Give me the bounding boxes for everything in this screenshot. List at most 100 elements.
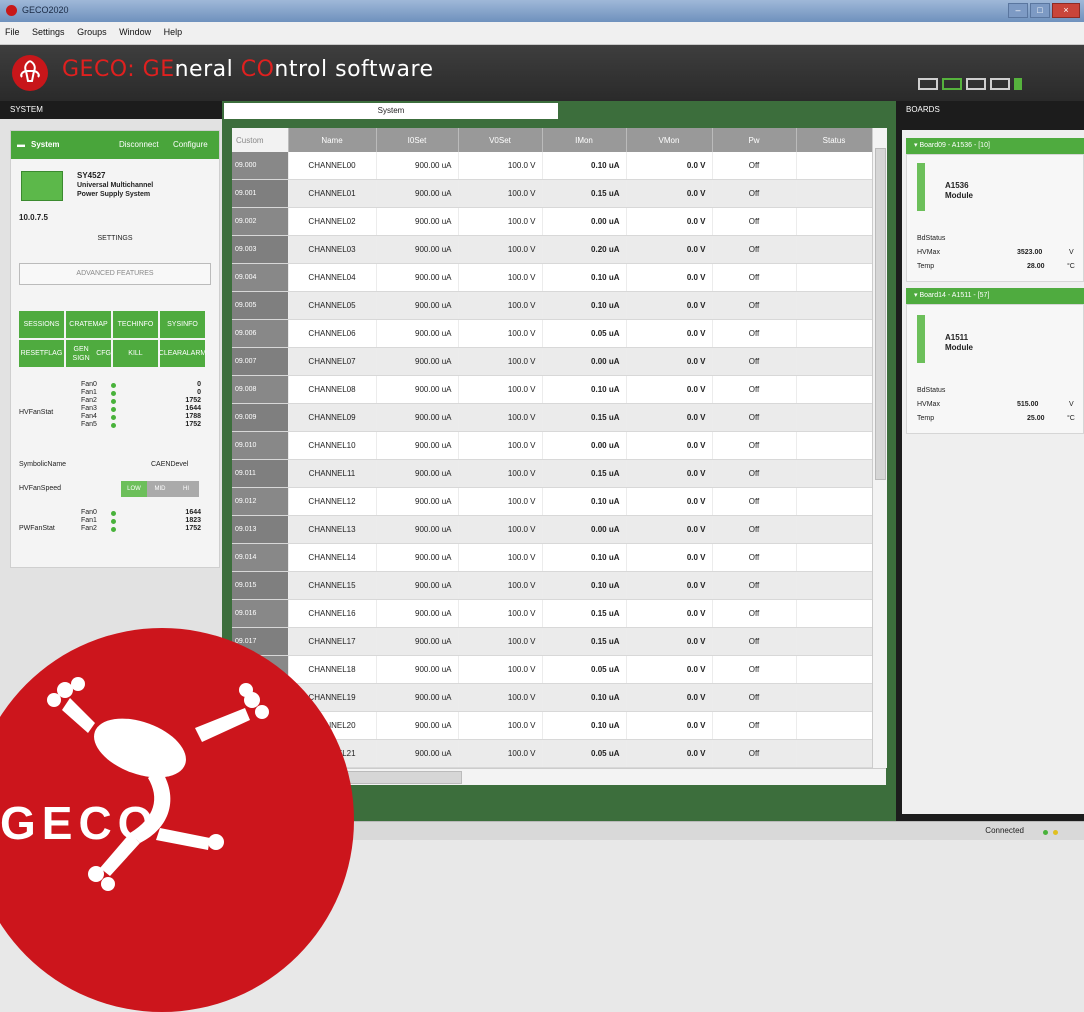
table-row[interactable]: 09.018CHANNEL18900.00 uA100.0 V0.05 uA0.… xyxy=(232,655,872,684)
column-header-pw[interactable]: Pw xyxy=(712,128,797,152)
table-row[interactable]: 09.002 CHANNEL02 900.00 uA 100.0 V 0.00 uA 0.… xyxy=(232,207,872,236)
speed-mid-button[interactable]: MID xyxy=(147,481,173,497)
cell-name: CHANNEL18 xyxy=(288,655,377,684)
table-row[interactable]: 09.004 CHANNEL04 900.00 uA 100.0 V 0.10 uA 0.… xyxy=(232,263,872,292)
tab-system[interactable]: System xyxy=(224,103,558,119)
cell-v0set: 100.0 V xyxy=(458,291,543,320)
cell-vmon: 0.0 V xyxy=(626,319,713,348)
disconnect-link[interactable]: Disconnect xyxy=(119,140,159,149)
table-row[interactable]: 09.008 CHANNEL08 900.00 uA 100.0 V 0.10 uA 0.… xyxy=(232,375,872,404)
table-row[interactable]: 09.014 CHANNEL14 900.00 uA 100.0 V 0.10 uA 0.… xyxy=(232,543,872,572)
fan-status-icon xyxy=(111,407,116,414)
fan-status-icon xyxy=(111,423,116,430)
layout-indicator-icon[interactable] xyxy=(1014,78,1022,90)
layout-single-icon[interactable] xyxy=(918,78,938,90)
cell-imon: 0.05 uA xyxy=(542,319,627,348)
fan-status-icon xyxy=(111,527,116,534)
cell-name: CHANNEL04 xyxy=(288,263,377,292)
cell-custom: 09.010 xyxy=(232,431,289,460)
column-header-custom[interactable]: Custom xyxy=(232,128,289,152)
close-icon[interactable]: × xyxy=(1052,3,1080,18)
crate-desc-1: Universal Multichannel xyxy=(77,182,154,189)
cell-custom: 09.016 xyxy=(232,599,289,628)
cell-v0set: 100.0 V xyxy=(458,599,543,628)
cell-pw: Off xyxy=(712,431,797,460)
cell-custom: 09.009 xyxy=(232,403,289,432)
table-row[interactable]: 09.011 CHANNEL11 900.00 uA 100.0 V 0.15 uA 0.… xyxy=(232,459,872,488)
action-button-kill[interactable]: KILL xyxy=(113,340,158,367)
cell-custom: 09.012 xyxy=(232,487,289,516)
action-button-tech-info[interactable]: TECH INFO xyxy=(113,311,158,338)
advanced-features-button[interactable]: ADVANCED FEATURES xyxy=(19,263,211,285)
action-button-sys-info[interactable]: SYS INFO xyxy=(160,311,205,338)
fan-value: 0 xyxy=(197,381,201,388)
collapse-icon[interactable]: ▬ xyxy=(17,140,25,149)
table-row[interactable]: 09.012 CHANNEL12 900.00 uA 100.0 V 0.10 uA 0.… xyxy=(232,487,872,516)
cell-i0set: 900.00 uA xyxy=(376,655,459,684)
board14-header[interactable]: ▾ Board14 - A1511 - [57] xyxy=(906,288,1084,304)
table-row[interactable]: 09.016 CHANNEL16 900.00 uA 100.0 V 0.15 uA 0.… xyxy=(232,599,872,628)
cell-status xyxy=(796,375,872,404)
configure-link[interactable]: Configure xyxy=(173,140,208,149)
cell-custom: 09.007 xyxy=(232,347,289,376)
layout-split-icon[interactable] xyxy=(942,78,962,90)
table-row[interactable]: 09.017 CHANNEL17 900.00 uA 100.0 V 0.15 uA 0.… xyxy=(232,627,872,656)
fan-value: 1823 xyxy=(185,517,201,524)
layout-double-icon[interactable] xyxy=(966,78,986,90)
table-row[interactable]: 09.010 CHANNEL10 900.00 uA 100.0 V 0.00 uA 0.… xyxy=(232,431,872,460)
cell-i0set: 900.00 uA xyxy=(376,571,459,600)
cell-vmon: 0.0 V xyxy=(626,263,713,292)
table-row[interactable]: 09.013 CHANNEL13 900.00 uA 100.0 V 0.00 uA 0.… xyxy=(232,515,872,544)
column-header-v0set[interactable]: V0Set xyxy=(458,128,543,152)
column-header-status[interactable]: Status xyxy=(796,128,872,152)
cell-status xyxy=(796,319,872,348)
menu-settings[interactable]: Settings xyxy=(27,22,70,42)
column-header-i0set[interactable]: I0Set xyxy=(376,128,459,152)
table-row[interactable]: 09.001 CHANNEL01 900.00 uA 100.0 V 0.15 uA 0.… xyxy=(232,179,872,208)
cell-vmon: 0.0 V xyxy=(626,543,713,572)
action-button-gen-sign-cfg[interactable]: GEN SIGN CFG xyxy=(66,340,111,367)
menu-help[interactable]: Help xyxy=(159,22,188,42)
layout-triple-icon[interactable] xyxy=(990,78,1010,90)
table-row[interactable]: 09.019CHANNEL19900.00 uA100.0 V0.10 uA0.… xyxy=(232,683,872,712)
cell-pw: Off xyxy=(712,403,797,432)
table-row[interactable]: 09.007 CHANNEL07 900.00 uA 100.0 V 0.00 uA 0.… xyxy=(232,347,872,376)
table-row[interactable]: 09.009 CHANNEL09 900.00 uA 100.0 V 0.15 uA 0.… xyxy=(232,403,872,432)
cell-i0set: 900.00 uA xyxy=(376,207,459,236)
menu-file[interactable]: File xyxy=(0,22,25,42)
table-row[interactable]: 09.005 CHANNEL05 900.00 uA 100.0 V 0.10 uA 0.… xyxy=(232,291,872,320)
minimize-icon[interactable]: – xyxy=(1008,3,1028,18)
speed-low-button[interactable]: LOW xyxy=(121,481,147,497)
scroll-thumb[interactable] xyxy=(875,148,886,480)
table-row[interactable]: 09.006 CHANNEL06 900.00 uA 100.0 V 0.05 uA 0.… xyxy=(232,319,872,348)
cell-imon: 0.05 uA xyxy=(542,655,627,684)
fan-name: Fan0 xyxy=(81,381,97,388)
menu-window[interactable]: Window xyxy=(114,22,156,42)
settings-label[interactable]: SETTINGS xyxy=(11,235,219,242)
hscroll-thumb[interactable] xyxy=(332,771,462,784)
table-row[interactable]: 09.000 CHANNEL00 900.00 uA 100.0 V 0.10 uA 0.… xyxy=(232,152,872,180)
board09-header[interactable]: ▾ Board09 - A1536 - [10] xyxy=(906,138,1084,154)
cell-pw: Off xyxy=(712,487,797,516)
menu-groups[interactable]: Groups xyxy=(72,22,112,42)
fan-value: 1644 xyxy=(185,405,201,412)
vertical-scrollbar[interactable] xyxy=(872,128,887,768)
temp-value: 25.00 xyxy=(1027,415,1045,422)
action-button-clear-alarm[interactable]: CLEAR ALARM xyxy=(159,340,206,367)
cell-custom: 09.005 xyxy=(232,291,289,320)
cell-status xyxy=(796,515,872,544)
column-header-imon[interactable]: IMon xyxy=(542,128,627,152)
column-header-vmon[interactable]: VMon xyxy=(626,128,713,152)
action-button-sessions[interactable]: SESSIONS xyxy=(19,311,64,338)
speed-hi-button[interactable]: HI xyxy=(173,481,199,497)
action-button-reset-flag[interactable]: RESET FLAG xyxy=(19,340,64,367)
boards-section-bar: BOARDS xyxy=(896,101,1084,119)
table-row[interactable]: 09.015 CHANNEL15 900.00 uA 100.0 V 0.10 uA 0.… xyxy=(232,571,872,600)
maximize-icon[interactable]: □ xyxy=(1030,3,1050,18)
cell-i0set: 900.00 uA xyxy=(376,711,459,740)
cell-vmon: 0.0 V xyxy=(626,179,713,208)
module-image xyxy=(917,163,925,211)
table-row[interactable]: 09.003 CHANNEL03 900.00 uA 100.0 V 0.20 uA 0.… xyxy=(232,235,872,264)
column-header-name[interactable]: Name xyxy=(288,128,377,152)
action-button-crate-map[interactable]: CRATE MAP xyxy=(66,311,111,338)
